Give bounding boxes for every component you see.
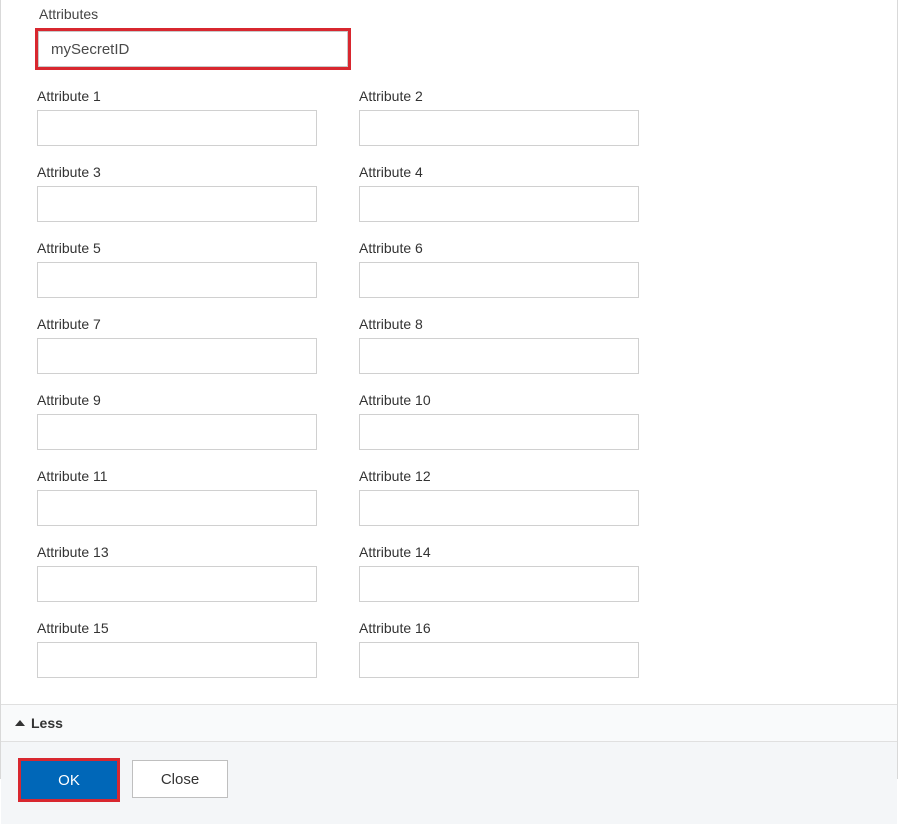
attribute-field: Attribute 5 [37,240,317,298]
attribute-field: Attribute 10 [359,392,639,450]
attribute-field: Attribute 6 [359,240,639,298]
attribute-input[interactable] [359,490,639,526]
attribute-input[interactable] [37,110,317,146]
attribute-field: Attribute 8 [359,316,639,374]
attribute-input[interactable] [359,566,639,602]
attribute-label: Attribute 4 [359,164,639,180]
attribute-label: Attribute 11 [37,468,317,484]
attribute-field: Attribute 16 [359,620,639,678]
attribute-field: Attribute 12 [359,468,639,526]
attribute-input[interactable] [37,566,317,602]
attribute-field: Attribute 4 [359,164,639,222]
attribute-input[interactable] [37,186,317,222]
attribute-field: Attribute 11 [37,468,317,526]
attribute-label: Attribute 12 [359,468,639,484]
attribute-input[interactable] [37,642,317,678]
attribute-label: Attribute 15 [37,620,317,636]
attributes-panel: Attributes Attribute 1Attribute 2Attribu… [0,0,898,779]
dialog-footer: OK Close [1,742,897,824]
attribute-input[interactable] [37,490,317,526]
attribute-label: Attribute 14 [359,544,639,560]
ok-button-highlight: OK [18,758,120,802]
attribute-input[interactable] [37,338,317,374]
section-title: Attributes [39,6,861,22]
attribute-field: Attribute 3 [37,164,317,222]
attribute-label: Attribute 8 [359,316,639,332]
collapse-toggle[interactable]: Less [1,704,897,742]
attribute-label: Attribute 5 [37,240,317,256]
attribute-label: Attribute 9 [37,392,317,408]
attribute-field: Attribute 14 [359,544,639,602]
attribute-label: Attribute 3 [37,164,317,180]
attribute-field: Attribute 13 [37,544,317,602]
caret-up-icon [15,720,25,726]
attribute-label: Attribute 13 [37,544,317,560]
attribute-input[interactable] [359,262,639,298]
attribute-field: Attribute 7 [37,316,317,374]
attribute-input[interactable] [359,338,639,374]
attribute-input[interactable] [359,414,639,450]
attribute-field: Attribute 2 [359,88,639,146]
attribute-label: Attribute 2 [359,88,639,104]
attribute-label: Attribute 1 [37,88,317,104]
panel-content: Attributes Attribute 1Attribute 2Attribu… [1,0,897,698]
attribute-input[interactable] [37,414,317,450]
attribute-label: Attribute 16 [359,620,639,636]
attributes-main-input[interactable] [38,31,348,67]
close-button[interactable]: Close [132,760,228,798]
attribute-label: Attribute 7 [37,316,317,332]
attribute-input[interactable] [359,186,639,222]
attribute-field: Attribute 9 [37,392,317,450]
attribute-field: Attribute 15 [37,620,317,678]
collapse-toggle-label: Less [31,715,63,731]
ok-button[interactable]: OK [21,761,117,799]
attribute-field: Attribute 1 [37,88,317,146]
attributes-grid: Attribute 1 Attribute 2 Attribute 3 Attribu… [37,88,861,678]
attribute-input[interactable] [359,110,639,146]
attribute-label: Attribute 10 [359,392,639,408]
main-attribute-highlight [35,28,351,70]
attribute-label: Attribute 6 [359,240,639,256]
attribute-input[interactable] [37,262,317,298]
attribute-input[interactable] [359,642,639,678]
